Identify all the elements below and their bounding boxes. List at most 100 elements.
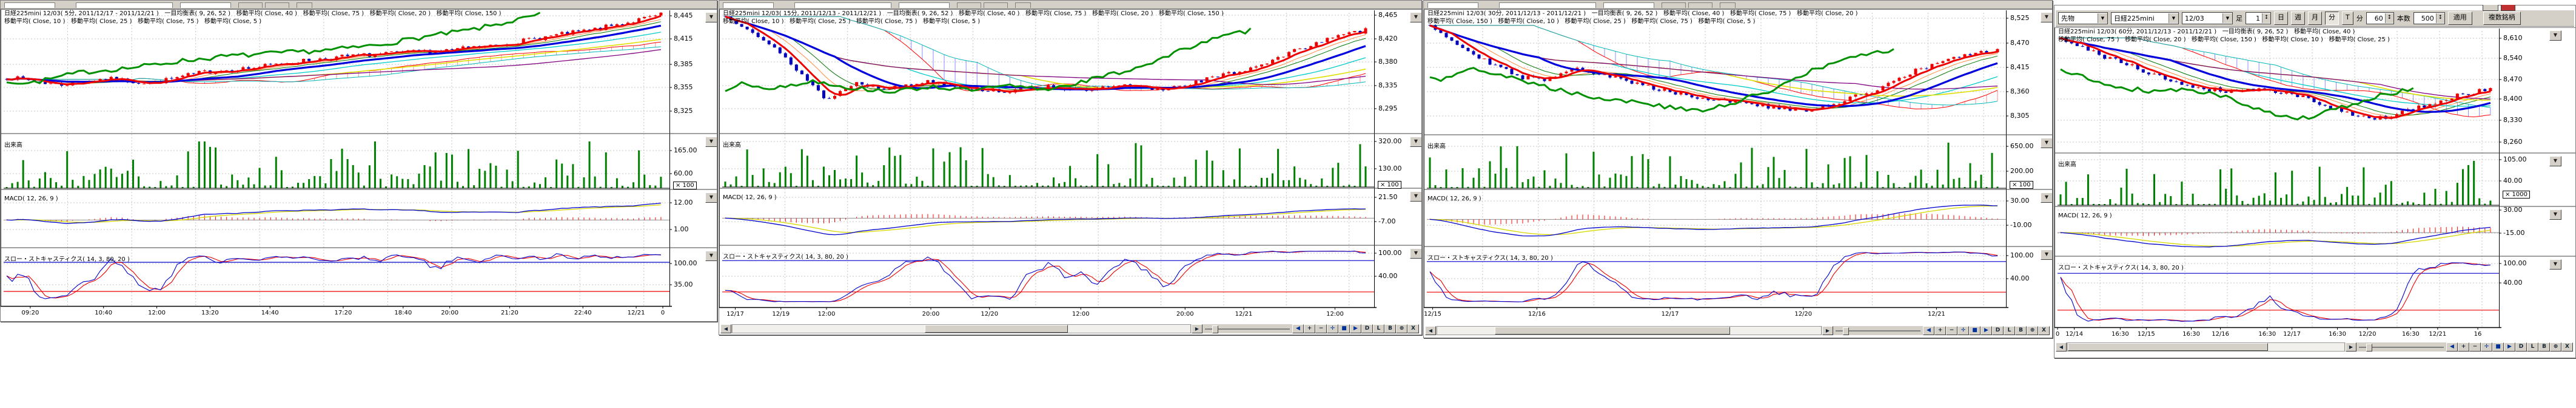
chart-tool-button-1[interactable]: + [1934,326,1946,335]
contract-select[interactable]: 12/03▼ [2182,12,2233,24]
chart-tool-button-2[interactable]: − [1946,326,1957,335]
scroll-left-button[interactable]: ◀ [720,324,731,333]
collapse-section-button[interactable]: ▼ [2549,156,2561,166]
period-button-1[interactable]: 週 [2291,12,2305,25]
chart-tool-button-9[interactable]: ⊕ [2027,326,2038,335]
chart-tool-button-8[interactable]: B [1384,324,1396,333]
chevron-down-icon[interactable]: ▼ [2168,13,2178,23]
chart-tool-button-5[interactable]: ▶ [2504,342,2515,352]
chart-tool-button-7[interactable]: L [2004,326,2015,335]
scroll-right-button[interactable]: ▶ [2346,342,2356,352]
scrollbar-thumb[interactable] [925,325,1068,333]
chart-tool-button-1[interactable]: + [2458,342,2469,352]
collapse-section-button[interactable]: ▼ [705,12,717,22]
chart-tool-button-6[interactable]: D [1361,324,1373,333]
time-axis-label: 12:00 [1072,311,1090,318]
chart-tool-button-0[interactable]: ◀ [1292,324,1304,333]
apply-button[interactable]: 適用 [2448,12,2472,25]
collapse-section-button[interactable]: ▼ [2549,209,2561,220]
chart-tool-button-10[interactable]: X [2038,326,2050,335]
horizontal-scrollbar: ◀▶◀+−✛■▶DLB⊕X [1425,326,2050,335]
zoom-slider[interactable] [1205,324,1290,333]
collapse-section-button[interactable]: ▼ [2041,12,2053,22]
period-button-0[interactable]: 日 [2274,12,2288,25]
stochastics-section-label: スロー・ストキャスティクス( 14, 3, 80, 20 ) [4,254,130,263]
scrollbar-thumb[interactable] [1495,327,1730,335]
multi-symbol-button[interactable]: 複数銘柄 [2483,12,2521,25]
close-button-clipped[interactable] [2501,5,2515,11]
scroll-right-button[interactable]: ▶ [1822,326,1833,335]
collapse-section-button[interactable]: ▼ [705,192,717,203]
chart-tool-button-3[interactable]: ✛ [1327,324,1338,333]
scrollbar-thumb[interactable] [2068,343,2268,351]
collapse-section-button[interactable]: ▼ [1410,248,1422,259]
chart-tool-button-5[interactable]: ▶ [1350,324,1361,333]
chart-tool-button-10[interactable]: X [2561,342,2573,352]
collapse-section-button[interactable]: ▼ [2041,138,2053,148]
bar-count-label: 本数 [2397,13,2410,23]
minutes-stepper[interactable]: 60↕ [2366,12,2394,24]
chevron-down-icon[interactable]: ▼ [2222,13,2232,23]
macd-axis-label: 12.00 [674,199,693,206]
chart-tool-button-7[interactable]: L [1373,324,1384,333]
chart-tool-button-10[interactable]: X [1407,324,1419,333]
spinner-icon[interactable]: ↕ [2436,13,2444,23]
price-axis-label: 8,525 [2010,14,2030,22]
collapse-section-button[interactable]: ▼ [2549,30,2561,41]
bar-count-stepper[interactable]: 500↕ [2413,12,2445,24]
zoom-slider-knob[interactable] [1843,327,1849,335]
period-button-4[interactable]: T [2342,12,2353,25]
chart-tool-button-2[interactable]: − [2469,342,2481,352]
collapse-section-button[interactable]: ▼ [705,251,717,261]
chart-tool-button-7[interactable]: L [2527,342,2538,352]
collapse-section-button[interactable]: ▼ [1410,191,1422,202]
chart-tool-button-9[interactable]: ⊕ [1396,324,1407,333]
scrollbar-track[interactable] [732,324,1191,333]
symbol-select[interactable]: 日経225mini▼ [2111,12,2179,24]
chart-tool-button-0[interactable]: ◀ [2446,342,2458,352]
collapse-section-button[interactable]: ▼ [2549,259,2561,270]
time-axis-label: 22:40 [574,310,592,316]
minimize-button-clipped[interactable] [2483,5,2498,11]
collapse-section-button[interactable]: ▼ [2041,192,2053,203]
volume-section-label: 出来高 [4,140,22,149]
chart-tool-button-4[interactable]: ■ [1338,324,1350,333]
chart-tool-button-6[interactable]: D [2515,342,2527,352]
chart-tool-button-8[interactable]: B [2015,326,2027,335]
collapse-section-button[interactable]: ▼ [2041,250,2053,260]
chart-5min-window: 日経225mini 12/03( 5分, 2011/12/17 - 2011/1… [0,0,717,322]
scrollbar-track[interactable] [1437,326,1822,335]
scrollbar-track[interactable] [2067,342,2345,352]
collapse-section-button[interactable]: ▼ [705,137,717,147]
zoom-slider[interactable] [2359,342,2444,352]
collapse-section-button[interactable]: ▼ [1410,137,1422,147]
category-select[interactable]: 先物▼ [2058,12,2108,24]
scroll-left-button[interactable]: ◀ [2056,342,2067,352]
chart-60min-plot [2054,5,2576,358]
chart-tool-button-0[interactable]: ◀ [1923,326,1934,335]
chart-tool-button-2[interactable]: − [1315,324,1327,333]
spinner-icon[interactable]: ↕ [2385,13,2393,23]
bar-interval-stepper[interactable]: 1↕ [2246,12,2271,24]
period-button-2[interactable]: 月 [2308,12,2322,25]
chart-tool-button-3[interactable]: ✛ [2481,342,2492,352]
chart-tool-button-5[interactable]: ▶ [1981,326,1992,335]
scroll-right-button[interactable]: ▶ [1192,324,1202,333]
chart-tool-button-9[interactable]: ⊕ [2550,342,2561,352]
chart-tool-button-6[interactable]: D [1992,326,2004,335]
macd-section-label: MACD( 12, 26, 9 ) [2058,212,2112,219]
chart-tool-button-4[interactable]: ■ [2492,342,2504,352]
chart-tool-button-3[interactable]: ✛ [1957,326,1969,335]
zoom-slider[interactable] [1836,326,1920,335]
time-axis-label: 12:00 [148,310,166,316]
chevron-down-icon[interactable]: ▼ [2098,13,2107,23]
scroll-left-button[interactable]: ◀ [1425,326,1436,335]
zoom-slider-knob[interactable] [1212,325,1218,333]
chart-tool-button-1[interactable]: + [1304,324,1315,333]
period-button-3[interactable]: 分 [2325,12,2339,25]
chart-tool-button-8[interactable]: B [2538,342,2550,352]
spinner-icon[interactable]: ↕ [2262,13,2270,23]
collapse-section-button[interactable]: ▼ [1410,12,1422,22]
chart-tool-button-4[interactable]: ■ [1969,326,1981,335]
zoom-slider-knob[interactable] [2366,344,2372,352]
